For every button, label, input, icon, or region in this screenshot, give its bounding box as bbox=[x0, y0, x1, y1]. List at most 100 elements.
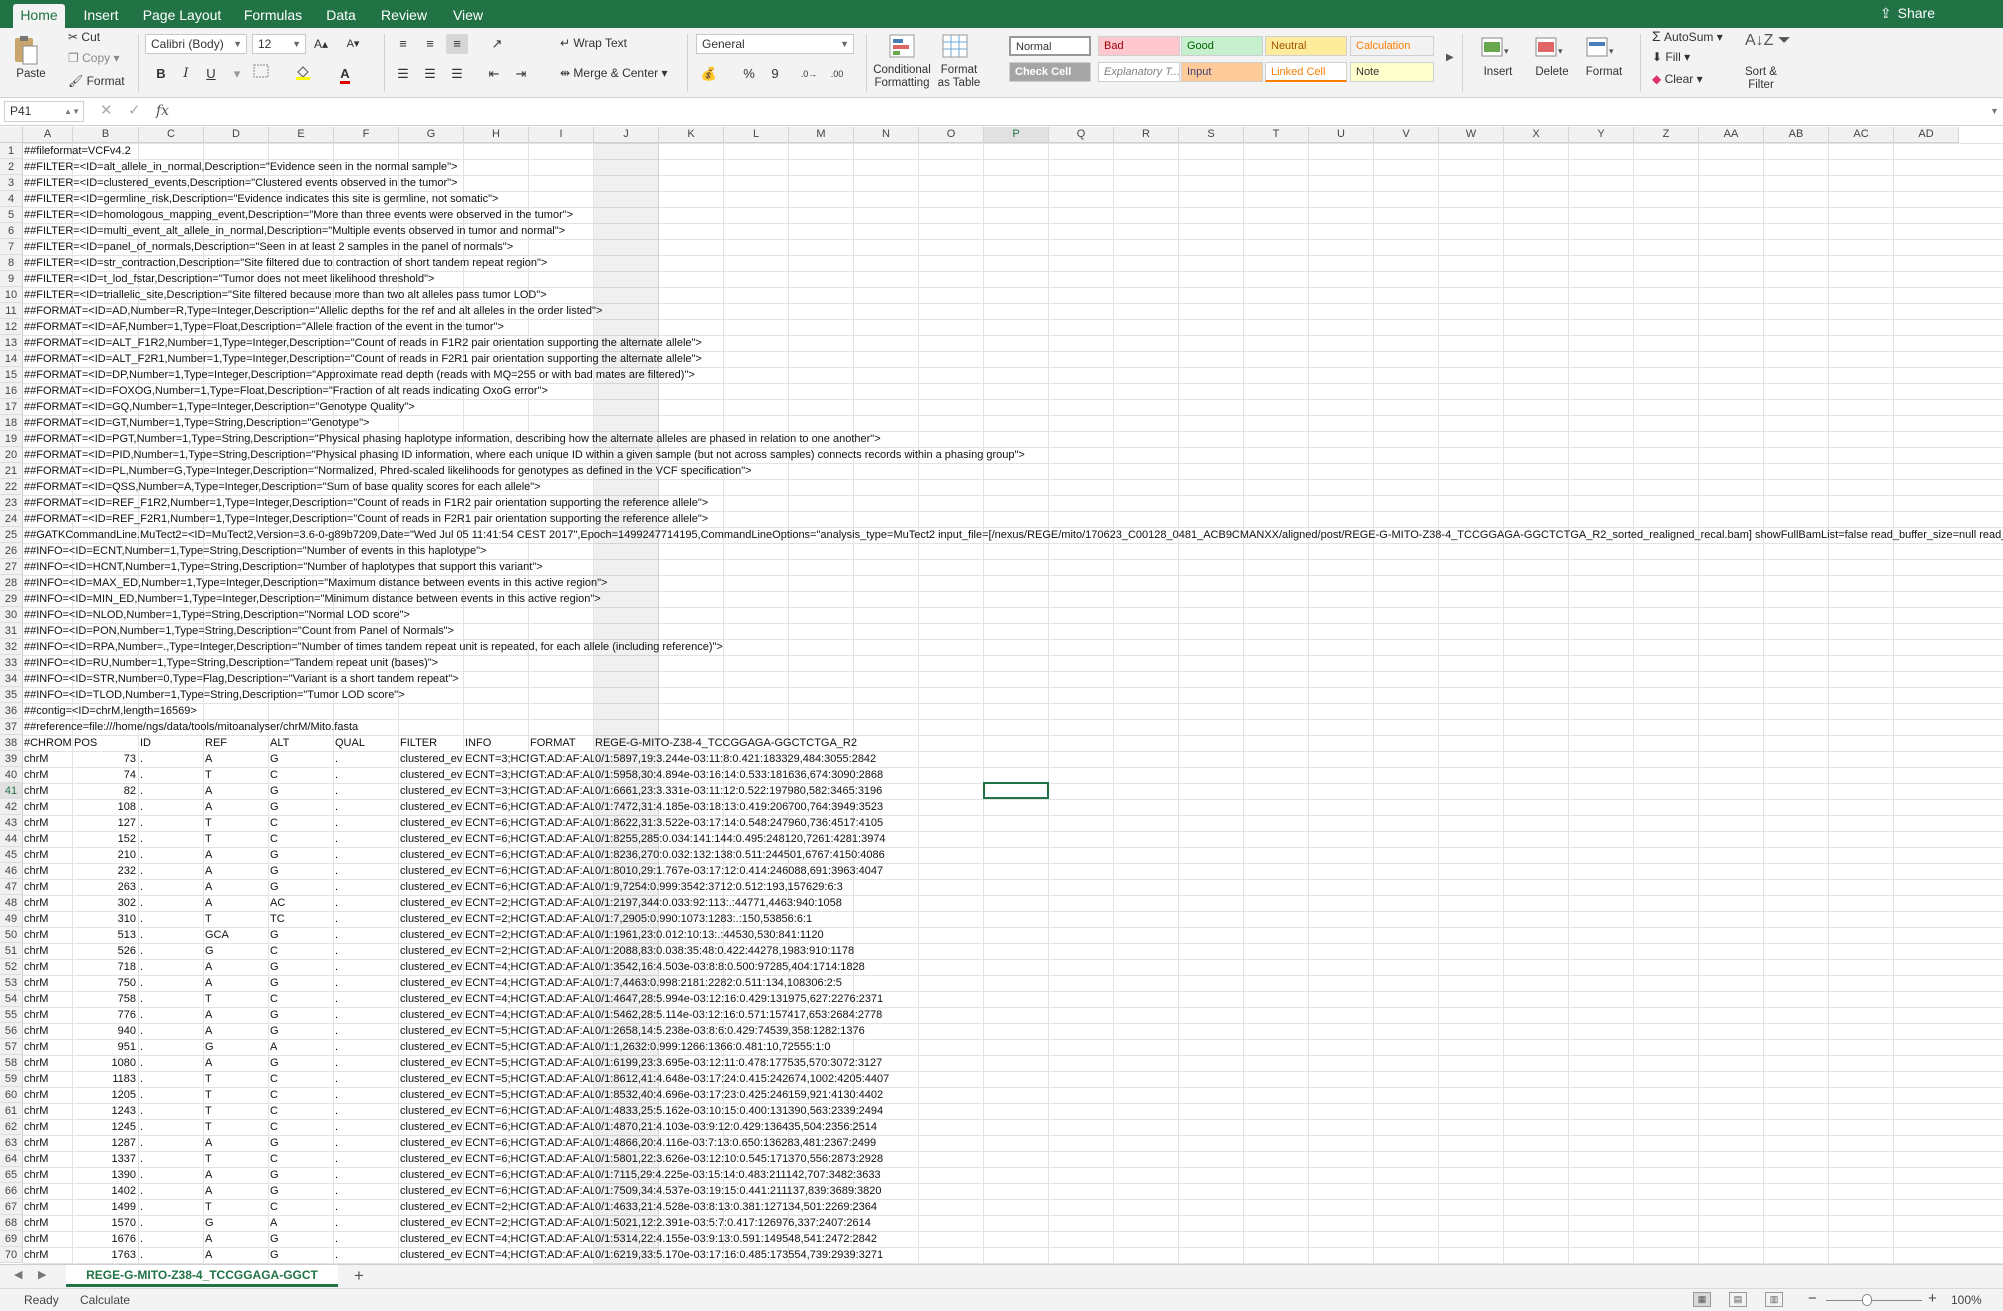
record-cell[interactable]: C bbox=[269, 767, 334, 783]
record-cell[interactable]: 0/1:4633,21:4.528e-03:8:13:0.381:127134,… bbox=[594, 1199, 2003, 1215]
record-cell[interactable]: ECNT=3;HCN bbox=[464, 751, 529, 767]
record-cell[interactable]: 750 bbox=[73, 975, 139, 991]
cancel-icon[interactable]: ✕ bbox=[100, 101, 113, 121]
row-header[interactable]: 65 bbox=[0, 1167, 23, 1183]
row-header[interactable]: 53 bbox=[0, 975, 23, 991]
record-cell[interactable]: 0/1:5801,22:3.626e-03:12:10:0.545:171370… bbox=[594, 1151, 2003, 1167]
tab-formulas[interactable]: Formulas bbox=[236, 4, 310, 28]
cell-style-normal[interactable]: Normal bbox=[1009, 36, 1091, 56]
status-calculate[interactable]: Calculate bbox=[80, 1293, 130, 1307]
record-cell[interactable]: chrM bbox=[23, 1055, 73, 1071]
row-header[interactable]: 1 bbox=[0, 143, 23, 159]
column-header-j[interactable]: J bbox=[594, 127, 659, 143]
record-cell[interactable]: A bbox=[204, 975, 269, 991]
row-header[interactable]: 54 bbox=[0, 991, 23, 1007]
meta-line-cell[interactable]: ##FILTER=<ID=multi_event_alt_allele_in_n… bbox=[23, 223, 2003, 239]
record-cell[interactable]: chrM bbox=[23, 1023, 73, 1039]
row-header[interactable]: 48 bbox=[0, 895, 23, 911]
cut-button[interactable]: ✂ Cut bbox=[68, 30, 100, 44]
row-header[interactable]: 8 bbox=[0, 255, 23, 271]
align-middle-icon[interactable]: ≡ bbox=[419, 34, 441, 54]
record-cell[interactable]: ECNT=5;HCN bbox=[464, 1023, 529, 1039]
record-cell[interactable]: 1287 bbox=[73, 1135, 139, 1151]
fill-color-icon[interactable] bbox=[292, 64, 314, 84]
meta-line-cell[interactable]: ##FILTER=<ID=triallelic_site,Description… bbox=[23, 287, 2003, 303]
formula-input[interactable] bbox=[180, 101, 1990, 122]
column-header-a[interactable]: A bbox=[23, 127, 73, 143]
record-cell[interactable]: GT:AD:AF:AL bbox=[529, 799, 594, 815]
meta-line-cell[interactable]: ##FILTER=<ID=homologous_mapping_event,De… bbox=[23, 207, 2003, 223]
record-cell[interactable]: GT:AD:AF:AL bbox=[529, 1103, 594, 1119]
record-cell[interactable]: C bbox=[269, 1199, 334, 1215]
record-cell[interactable]: 0/1:6219,33:5.170e-03:17:16:0.485:173554… bbox=[594, 1247, 2003, 1263]
record-cell[interactable]: clustered_ev bbox=[399, 991, 464, 1007]
record-cell[interactable]: T bbox=[204, 1119, 269, 1135]
record-cell[interactable]: 0/1:2088,83:0.038:35:48:0.422:44278,1983… bbox=[594, 943, 2003, 959]
record-cell[interactable]: clustered_ev bbox=[399, 895, 464, 911]
record-cell[interactable]: G bbox=[269, 1007, 334, 1023]
percent-button[interactable]: % bbox=[738, 64, 760, 84]
record-cell[interactable]: chrM bbox=[23, 767, 73, 783]
record-cell[interactable]: clustered_ev bbox=[399, 943, 464, 959]
meta-line-cell[interactable]: ##reference=file:///home/ngs/data/tools/… bbox=[23, 719, 2003, 735]
record-cell[interactable]: clustered_ev bbox=[399, 1087, 464, 1103]
meta-line-cell[interactable]: ##fileformat=VCFv4.2 bbox=[23, 143, 2003, 159]
record-cell[interactable]: GT:AD:AF:AL bbox=[529, 767, 594, 783]
record-cell[interactable]: . bbox=[334, 959, 399, 975]
record-cell[interactable]: ECNT=6;HCN bbox=[464, 1151, 529, 1167]
record-cell[interactable]: ECNT=2;HCN bbox=[464, 927, 529, 943]
record-cell[interactable]: GT:AD:AF:AL bbox=[529, 959, 594, 975]
delete-cells-button[interactable]: Delete bbox=[1532, 66, 1572, 79]
meta-line-cell[interactable]: ##FORMAT=<ID=AF,Number=1,Type=Float,Desc… bbox=[23, 319, 2003, 335]
meta-line-cell[interactable]: ##FORMAT=<ID=REF_F1R2,Number=1,Type=Inte… bbox=[23, 495, 2003, 511]
record-cell[interactable]: chrM bbox=[23, 911, 73, 927]
column-header-o[interactable]: O bbox=[919, 127, 984, 143]
record-cell[interactable]: . bbox=[139, 879, 204, 895]
row-header[interactable]: 7 bbox=[0, 239, 23, 255]
share-button[interactable]: ⇪ Share bbox=[1880, 0, 1935, 28]
row-header[interactable]: 60 bbox=[0, 1087, 23, 1103]
column-header-ad[interactable]: AD bbox=[1894, 127, 1959, 143]
record-cell[interactable]: . bbox=[334, 783, 399, 799]
record-cell[interactable]: chrM bbox=[23, 1007, 73, 1023]
meta-line-cell[interactable]: ##INFO=<ID=MAX_ED,Number=1,Type=Integer,… bbox=[23, 575, 2003, 591]
row-header[interactable]: 34 bbox=[0, 671, 23, 687]
record-cell[interactable]: A bbox=[204, 1135, 269, 1151]
record-cell[interactable]: 0/1:4870,21:4.103e-03:9:12:0.429:136435,… bbox=[594, 1119, 2003, 1135]
grow-font-icon[interactable]: A▴ bbox=[310, 34, 332, 54]
row-header[interactable]: 17 bbox=[0, 399, 23, 415]
record-cell[interactable]: clustered_ev bbox=[399, 815, 464, 831]
increase-decimal-icon[interactable]: .0→ bbox=[798, 64, 820, 84]
zoom-out-icon[interactable]: − bbox=[1808, 1290, 1817, 1307]
record-cell[interactable]: 1390 bbox=[73, 1167, 139, 1183]
record-cell[interactable]: G bbox=[269, 959, 334, 975]
row-header[interactable]: 15 bbox=[0, 367, 23, 383]
record-cell[interactable]: 152 bbox=[73, 831, 139, 847]
record-cell[interactable]: ECNT=6;HCN bbox=[464, 799, 529, 815]
record-cell[interactable]: T bbox=[204, 767, 269, 783]
record-cell[interactable]: 0/1:8255,285:0.034:141:144:0.495:248120,… bbox=[594, 831, 2003, 847]
format-cells-icon[interactable]: ▾ bbox=[1585, 34, 1617, 63]
record-cell[interactable]: . bbox=[334, 1039, 399, 1055]
record-cell[interactable]: . bbox=[139, 1087, 204, 1103]
record-cell[interactable]: . bbox=[334, 847, 399, 863]
record-cell[interactable]: chrM bbox=[23, 1039, 73, 1055]
column-title-cell[interactable]: QUAL bbox=[334, 735, 399, 751]
align-top-icon[interactable]: ≡ bbox=[392, 34, 414, 54]
meta-line-cell[interactable]: ##INFO=<ID=RPA,Number=.,Type=Integer,Des… bbox=[23, 639, 2003, 655]
record-cell[interactable]: . bbox=[139, 1215, 204, 1231]
record-cell[interactable]: . bbox=[139, 799, 204, 815]
record-cell[interactable]: . bbox=[334, 1119, 399, 1135]
row-header[interactable]: 38 bbox=[0, 735, 23, 751]
row-header[interactable]: 51 bbox=[0, 943, 23, 959]
chevron-down-icon[interactable]: ▾ bbox=[226, 64, 248, 84]
record-cell[interactable]: 310 bbox=[73, 911, 139, 927]
column-header-aa[interactable]: AA bbox=[1699, 127, 1764, 143]
row-header[interactable]: 11 bbox=[0, 303, 23, 319]
record-cell[interactable]: GT:AD:AF:AL bbox=[529, 1023, 594, 1039]
column-title-cell[interactable]: FORMAT bbox=[529, 735, 594, 751]
record-cell[interactable]: C bbox=[269, 991, 334, 1007]
record-cell[interactable]: GT:AD:AF:AL bbox=[529, 1055, 594, 1071]
record-cell[interactable]: C bbox=[269, 1087, 334, 1103]
column-header-k[interactable]: K bbox=[659, 127, 724, 143]
